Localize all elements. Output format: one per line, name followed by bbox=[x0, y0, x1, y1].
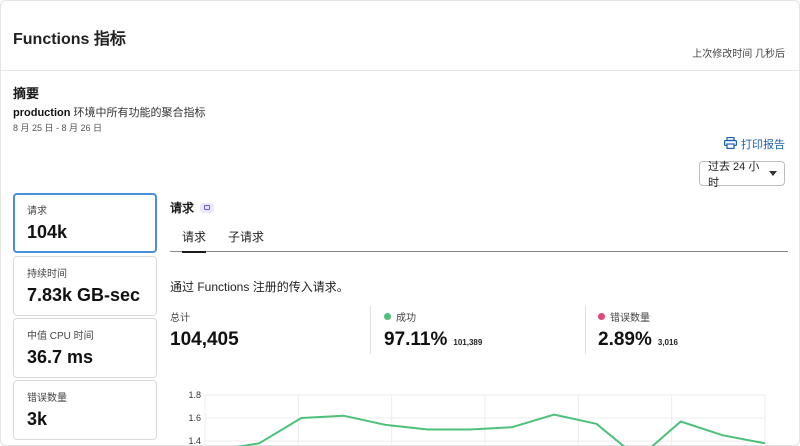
divider bbox=[370, 306, 371, 354]
chevron-down-icon bbox=[769, 171, 777, 176]
last-modified-text: 上次修改时间 几秒后 bbox=[692, 49, 785, 60]
y-tick-label: 1.4 bbox=[188, 436, 201, 446]
stat-value: 97.11% bbox=[384, 329, 448, 350]
docs-icon[interactable] bbox=[200, 202, 215, 213]
metric-label: 请求 bbox=[27, 206, 47, 217]
print-report-link[interactable]: 打印报告 bbox=[724, 136, 785, 152]
print-report-label: 打印报告 bbox=[741, 139, 785, 151]
panel-title-text: 请求 bbox=[170, 201, 195, 215]
metric-card-errors[interactable]: 错误数量 3k bbox=[13, 380, 157, 440]
metric-label: 错误数量 bbox=[27, 393, 67, 404]
environment-name: production bbox=[13, 107, 71, 119]
stat-count: 101,389 bbox=[453, 338, 483, 347]
date-range: 8 月 25 日 - 8 月 26 日 bbox=[13, 123, 103, 133]
metric-value: 3k bbox=[27, 409, 48, 429]
y-tick-label: 1.8 bbox=[188, 390, 201, 400]
stat-errors: 错误数量 2.89% 3,016 bbox=[598, 309, 678, 351]
printer-icon bbox=[724, 136, 738, 152]
divider bbox=[585, 306, 586, 354]
stat-label: 总计 bbox=[170, 313, 190, 324]
summary-description-text: 环境中所有功能的聚合指标 bbox=[70, 107, 206, 119]
success-dot-icon bbox=[384, 313, 391, 320]
page-title: Functions 指标 bbox=[13, 31, 126, 48]
y-tick-label: 1.6 bbox=[188, 413, 201, 423]
requests-line-chart: 1.8 1.6 1.4 bbox=[188, 390, 766, 446]
metric-card-duration[interactable]: 持续时间 7.83k GB-sec bbox=[13, 256, 157, 316]
stat-value: 104,405 bbox=[170, 329, 239, 350]
panel-tabs: 请求 子请求 bbox=[170, 223, 788, 253]
summary-title: 摘要 bbox=[13, 86, 40, 101]
stat-value: 2.89% bbox=[598, 329, 652, 350]
time-range-select[interactable]: 过去 24 小时 bbox=[699, 161, 785, 189]
stat-total: 总计 104,405 bbox=[170, 309, 239, 351]
metric-value: 36.7 ms bbox=[27, 347, 94, 367]
stat-label: 错误数量 bbox=[610, 313, 650, 324]
stat-count: 3,016 bbox=[657, 338, 678, 347]
metric-label: 持续时间 bbox=[27, 269, 67, 280]
metric-label: 中值 CPU 时间 bbox=[27, 331, 94, 342]
metric-value: 104k bbox=[27, 222, 68, 242]
header: Functions 指标 上次修改时间 几秒后 bbox=[1, 1, 799, 71]
metric-card-requests[interactable]: 请求 104k bbox=[13, 193, 157, 253]
stat-label: 成功 bbox=[396, 313, 416, 324]
metric-value: 7.83k GB-sec bbox=[27, 285, 141, 305]
tab-requests[interactable]: 请求 bbox=[182, 228, 207, 253]
functions-metrics-card: Functions 指标 上次修改时间 几秒后 摘要 production 环境… bbox=[0, 0, 800, 446]
panel-description: 通过 Functions 注册的传入请求。 bbox=[170, 280, 349, 294]
error-dot-icon bbox=[598, 313, 605, 320]
time-range-value: 过去 24 小时 bbox=[708, 160, 760, 189]
summary-description: production 环境中所有功能的聚合指标 bbox=[13, 104, 206, 120]
panel-title: 请求 bbox=[170, 199, 215, 216]
tab-subrequests[interactable]: 子请求 bbox=[228, 228, 264, 245]
metric-card-cpu-time[interactable]: 中值 CPU 时间 36.7 ms bbox=[13, 318, 157, 378]
stat-success: 成功 97.11% 101,389 bbox=[384, 309, 482, 351]
